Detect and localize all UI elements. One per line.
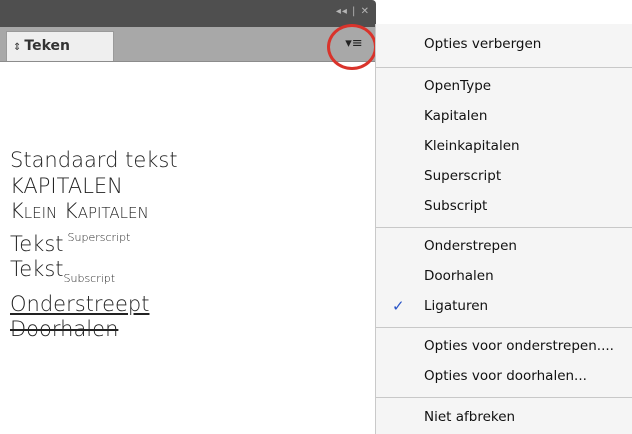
menu-item-kapitalen[interactable]: Kapitalen xyxy=(424,107,487,125)
menu-item-doorhalen[interactable]: Doorhalen xyxy=(424,267,494,285)
preview-superscript-line: Tekst Superscript xyxy=(10,225,178,258)
preview-standaard: Standaard tekst xyxy=(10,148,178,172)
tab-label: Teken xyxy=(24,38,70,54)
preview-subscript-text: Subscript xyxy=(63,272,116,285)
menu-item-onderstrepen[interactable]: Onderstrepen xyxy=(424,237,517,255)
panel-tab-strip: ⇕ Teken xyxy=(0,27,376,62)
menu-item-opentype[interactable]: OpenType xyxy=(424,77,491,95)
tab-expand-icon: ⇕ xyxy=(13,42,22,53)
menu-item-opties-doorhalen[interactable]: Opties voor doorhalen... xyxy=(424,367,587,385)
text-style-preview: Standaard tekst KAPITALEN Klein Kapitale… xyxy=(10,148,178,343)
menu-item-ligaturen[interactable]: Ligaturen xyxy=(424,297,488,315)
highlight-circle xyxy=(327,24,377,70)
menu-item-superscript[interactable]: Superscript xyxy=(424,167,501,185)
menu-separator xyxy=(376,327,632,328)
menu-item-kleinkapitalen[interactable]: Kleinkapitalen xyxy=(424,137,520,155)
preview-superscript-base: Tekst xyxy=(10,231,64,256)
check-icon: ✓ xyxy=(392,297,405,315)
panel-title-bar: ◂◂ | ✕ xyxy=(0,0,376,27)
preview-superscript-text: Superscript xyxy=(67,230,131,244)
preview-subscript-line: TekstSubscript xyxy=(10,257,178,292)
panel-collapse-close-controls[interactable]: ◂◂ | ✕ xyxy=(336,6,370,17)
preview-kapitalen: KAPITALEN xyxy=(10,173,123,198)
preview-subscript-base: Tekst xyxy=(10,257,64,281)
menu-item-opties-verbergen[interactable]: Opties verbergen xyxy=(424,35,541,53)
panel-flyout-menu: Opties verbergen OpenType Kapitalen Klei… xyxy=(375,24,632,434)
tab-teken[interactable]: ⇕ Teken xyxy=(6,31,114,61)
preview-doorhalen: Doorhalen xyxy=(10,317,119,341)
menu-item-opties-onderstrepen[interactable]: Opties voor onderstrepen.... xyxy=(424,337,614,355)
menu-separator xyxy=(376,397,632,398)
menu-separator xyxy=(376,67,632,68)
menu-item-niet-afbreken[interactable]: Niet afbreken xyxy=(424,408,515,426)
preview-onderstreept: Onderstreept xyxy=(10,291,150,316)
menu-separator xyxy=(376,227,632,228)
menu-item-subscript[interactable]: Subscript xyxy=(424,197,487,215)
preview-klein-kapitalen: Klein Kapitalen xyxy=(10,199,149,223)
